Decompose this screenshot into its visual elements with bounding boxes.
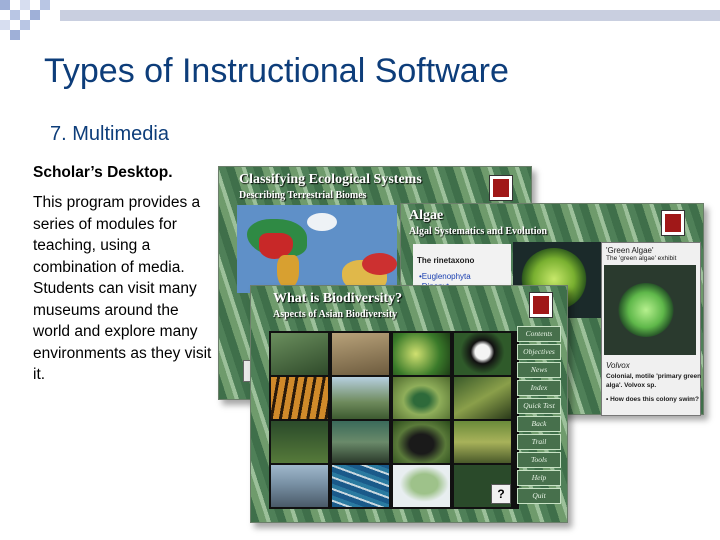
photo-tile[interactable] [332,421,389,463]
menu-index[interactable]: Index [517,380,561,396]
volvox-desc-1: Colonial, motile 'primary green [606,373,702,380]
photo-tile[interactable] [454,377,511,419]
slide-subtitle: 7. Multimedia [50,123,169,145]
photo-tile[interactable] [393,421,450,463]
crest-icon [529,292,553,318]
algae-text-heading: The rinetaxono [417,256,475,265]
ecological-subtitle: Describing Terrestrial Biomes [239,190,367,201]
photo-tile[interactable] [393,377,450,419]
crest-icon [489,175,513,201]
algae-bullet-1: •Euglenophyta [419,272,471,281]
menu-quit[interactable]: Quit [517,488,561,504]
biodiversity-subtitle: Aspects of Asian Biodiversity [273,309,398,320]
lead-text: Scholar’s Desktop. [33,164,173,181]
menu-news[interactable]: News [517,362,561,378]
algae-subtitle: Algal Systematics and Evolution [409,226,548,237]
caption-top-2: The 'green algae' exhibit [606,255,677,262]
body-text: This program provides a series of module… [33,194,212,383]
biodiversity-title: What is Biodiversity? [273,291,403,306]
algae-info-panel: 'Green Algae' The 'green algae' exhibit … [601,242,701,416]
volvox-photo-large [604,265,696,355]
biome-map [237,205,397,293]
photo-tile[interactable] [271,377,328,419]
photo-tile[interactable] [454,333,511,375]
corner-decoration [0,0,60,50]
caption-top: 'Green Algae' [606,246,654,255]
photo-tile[interactable] [332,333,389,375]
menu-help[interactable]: Help [517,470,561,486]
photo-tile[interactable] [454,421,511,463]
photo-tile[interactable] [271,333,328,375]
screenshot-biodiversity: What is Biodiversity? Aspects of Asian B… [250,285,568,523]
menu-tools[interactable]: Tools [517,452,561,468]
menu-objectives[interactable]: Objectives [517,344,561,360]
photo-grid [269,331,519,509]
menu-back[interactable]: Back [517,416,561,432]
photo-tile[interactable] [271,421,328,463]
menu-quick-test[interactable]: Quick Test [517,398,561,414]
photo-tile[interactable] [393,333,450,375]
map-tile[interactable] [393,465,450,507]
volvox-question: • How does this colony swim? [606,396,699,403]
volvox-colony [618,283,674,337]
photo-tile[interactable] [332,377,389,419]
menu-contents[interactable]: Contents [517,326,561,342]
ecological-title: Classifying Ecological Systems [239,172,422,187]
algae-title: Algae [409,208,444,223]
help-question-button[interactable]: ? [491,484,511,504]
volvox-label: Volvox [606,361,630,370]
photo-tile[interactable] [271,465,328,507]
photo-tile[interactable] [332,465,389,507]
menu-trail[interactable]: Trail [517,434,561,450]
volvox-desc-2: alga'. Volvox sp. [606,382,657,389]
crest-icon [661,210,685,236]
slide-title: Types of Instructional Software [44,52,509,90]
top-accent-bar [60,10,720,21]
